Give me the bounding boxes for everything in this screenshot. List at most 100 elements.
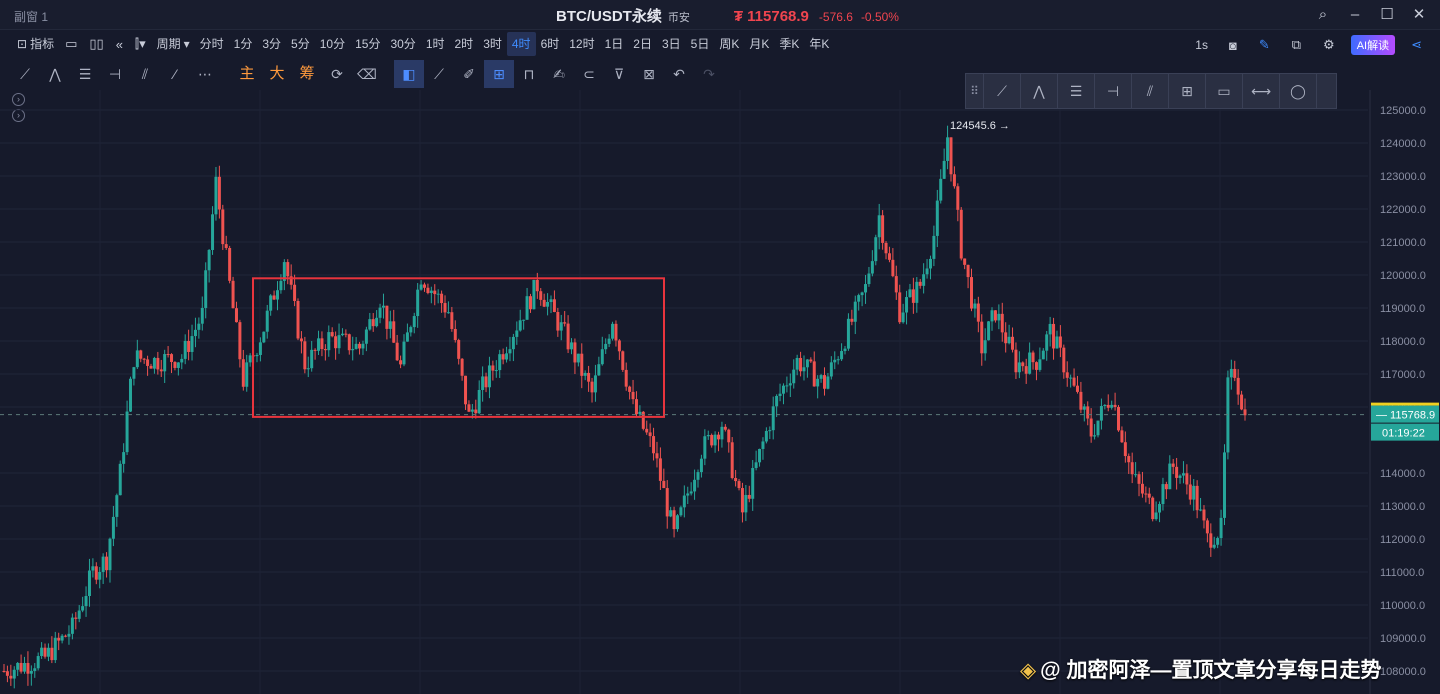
- parallel-channel-icon[interactable]: ⫽: [1132, 73, 1169, 109]
- trendline-icon[interactable]: ⟋: [10, 60, 40, 88]
- calendar-icon[interactable]: ▭: [59, 36, 83, 52]
- filter-icon[interactable]: ⊽: [604, 60, 634, 88]
- timeframe-20[interactable]: 年K: [804, 32, 834, 56]
- timeframe-6[interactable]: 30分: [385, 32, 420, 56]
- chip-toggle[interactable]: 筹: [292, 60, 322, 88]
- magnet-icon[interactable]: ◧: [394, 60, 424, 88]
- big-order-toggle[interactable]: 大: [262, 60, 292, 88]
- brush-icon[interactable]: ⁄: [160, 60, 190, 88]
- horizontal-line-icon[interactable]: ⊣: [100, 60, 130, 88]
- segment-icon[interactable]: ⟋: [984, 73, 1021, 109]
- magnet-snap-icon[interactable]: ⊂: [574, 60, 604, 88]
- timeframe-2[interactable]: 3分: [257, 32, 286, 56]
- y-tick-label: 110000.0: [1380, 600, 1425, 612]
- timeframe-7[interactable]: 1时: [421, 32, 450, 56]
- draw-palette: ⠿ ⟋ ⋀ ☰ ⊣ ⫽ ⊞ ▭ ⟷ ◯: [965, 73, 1337, 109]
- minimize-icon[interactable]: –: [1344, 4, 1366, 26]
- candle-body: [70, 617, 74, 634]
- symbol-name[interactable]: BTC/USDT永续: [556, 5, 662, 26]
- undo-icon[interactable]: ↶: [664, 60, 694, 88]
- pen-icon[interactable]: ✎: [1253, 37, 1276, 53]
- period-dropdown[interactable]: 周期 ▾: [152, 32, 195, 56]
- lock-icon[interactable]: ⊓: [514, 60, 544, 88]
- timeframe-19[interactable]: 季K: [774, 32, 804, 56]
- candle-body: [91, 566, 95, 571]
- candle-body: [1082, 406, 1086, 410]
- zigzag-icon[interactable]: ⋀: [1021, 73, 1058, 109]
- timeframe-16[interactable]: 5日: [686, 32, 715, 56]
- timeframe-17[interactable]: 周K: [714, 32, 744, 56]
- eraser-icon[interactable]: ⌫: [352, 60, 382, 88]
- redo-icon[interactable]: ↷: [694, 60, 724, 88]
- main-chart-toggle[interactable]: 主: [232, 60, 262, 88]
- candlestick-chart[interactable]: 125000.0 124000.0 123000.0 122000.0 121000.0…: [0, 90, 1440, 694]
- candle-body: [751, 468, 755, 499]
- fib-retrace-icon[interactable]: ☰: [1058, 73, 1095, 109]
- candle-body: [939, 178, 943, 201]
- maximize-icon[interactable]: ☐: [1376, 4, 1398, 26]
- interval-readout[interactable]: 1s: [1190, 33, 1213, 57]
- candle-body: [1192, 485, 1196, 500]
- popout-icon[interactable]: ⧉: [1286, 37, 1307, 53]
- chart-type-icon[interactable]: ⫿▾: [129, 36, 152, 52]
- wave-icon[interactable]: ⋀: [40, 60, 70, 88]
- ruler-icon[interactable]: ⟋: [424, 60, 454, 88]
- candle-body: [829, 362, 833, 377]
- candle-body: [764, 430, 768, 442]
- high-price-label: 124545.6 →: [950, 120, 1010, 132]
- candle-body: [217, 176, 221, 210]
- candle-body: [1038, 359, 1042, 370]
- timeframe-4[interactable]: 10分: [315, 32, 350, 56]
- trash-icon[interactable]: ⊠: [634, 60, 664, 88]
- timeframe-5[interactable]: 15分: [350, 32, 385, 56]
- candle-body: [152, 357, 156, 369]
- fib-icon[interactable]: ☰: [70, 60, 100, 88]
- candle-body: [990, 310, 994, 322]
- indicator-label: 指标: [30, 37, 55, 51]
- candle-body: [392, 321, 396, 343]
- timeframe-10[interactable]: 4时: [506, 32, 536, 56]
- more-icon[interactable]: ⋯: [190, 60, 220, 88]
- timeframe-0[interactable]: 分时: [195, 32, 229, 56]
- timeframe-13[interactable]: 1日: [600, 32, 629, 56]
- candle-body: [1178, 475, 1182, 478]
- rectangle-icon[interactable]: ▭: [1206, 73, 1243, 109]
- note-icon[interactable]: ✍: [544, 60, 574, 88]
- lock-pattern-icon[interactable]: ⊞: [484, 60, 514, 88]
- candle-body: [310, 349, 314, 369]
- timeframe-12[interactable]: 12时: [564, 32, 599, 56]
- grip-icon[interactable]: ⠿: [966, 73, 984, 109]
- crosshair-box-icon[interactable]: ⊞: [1169, 73, 1206, 109]
- indicator-button[interactable]: ⊡ 指标: [12, 32, 59, 56]
- h-ray-icon[interactable]: ⊣: [1095, 73, 1132, 109]
- candle-body: [792, 369, 796, 384]
- close-icon[interactable]: ✕: [1408, 4, 1430, 26]
- layout-icon[interactable]: ▯▯: [83, 36, 109, 52]
- candle-body: [775, 395, 779, 407]
- timeframe-8[interactable]: 2时: [450, 32, 479, 56]
- candle-body: [128, 378, 132, 412]
- rewind-icon[interactable]: «: [110, 37, 129, 52]
- search-icon[interactable]: ⌕: [1312, 4, 1334, 26]
- timeframe-14[interactable]: 2日: [628, 32, 657, 56]
- timeframe-11[interactable]: 6时: [536, 32, 565, 56]
- range-icon[interactable]: ⟷: [1243, 73, 1280, 109]
- candle-body: [470, 409, 474, 412]
- timeframe-18[interactable]: 月K: [744, 32, 774, 56]
- ellipse-icon[interactable]: ◯: [1280, 73, 1317, 109]
- candle-body: [546, 301, 550, 307]
- channel-icon[interactable]: ⫽: [130, 60, 160, 88]
- camera-icon[interactable]: ◙: [1223, 38, 1243, 53]
- ai-analysis-button[interactable]: AI解读: [1350, 35, 1396, 55]
- refresh-icon[interactable]: ⟳: [322, 60, 352, 88]
- candle-body: [163, 354, 167, 372]
- timeframe-1[interactable]: 1分: [229, 32, 258, 56]
- highlighter-icon[interactable]: ✐: [454, 60, 484, 88]
- timeframe-3[interactable]: 5分: [286, 32, 315, 56]
- gear-icon[interactable]: ⚙: [1317, 37, 1341, 53]
- candle-body: [388, 321, 392, 329]
- timeframe-15[interactable]: 3日: [657, 32, 686, 56]
- timeframe-9[interactable]: 3时: [478, 32, 507, 56]
- share-icon[interactable]: ⋖: [1405, 37, 1428, 53]
- candle-body: [648, 432, 652, 437]
